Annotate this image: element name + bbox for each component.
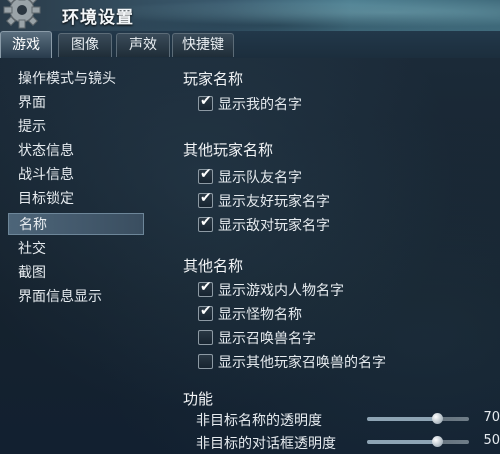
section-title-player-name: 玩家名称 xyxy=(183,70,244,88)
tab-game[interactable]: 游戏 xyxy=(0,31,52,59)
tab-graphics[interactable]: 图像 xyxy=(58,33,112,57)
option-label: 显示友好玩家名字 xyxy=(218,194,330,210)
gear-icon xyxy=(3,0,41,29)
tab-sound[interactable]: 声效 xyxy=(116,33,170,57)
sidebar-item-screenshot[interactable]: 截图 xyxy=(8,262,144,284)
checkbox[interactable]: ✔ xyxy=(198,93,213,111)
check-icon: ✔ xyxy=(200,303,212,319)
checkbox[interactable]: ✔ xyxy=(198,166,213,184)
title-bar: 环境设置 xyxy=(0,0,500,31)
slider-fill xyxy=(367,440,439,444)
section-title-other-names: 其他名称 xyxy=(183,257,244,275)
option-label: 显示怪物名称 xyxy=(218,307,302,323)
sidebar-item-hud-display[interactable]: 界面信息显示 xyxy=(8,286,144,308)
option-label: 显示其他玩家召唤兽的名字 xyxy=(218,355,386,371)
sidebar-item-interface[interactable]: 界面 xyxy=(8,92,144,114)
slider-fill xyxy=(367,417,439,421)
checkbox[interactable] xyxy=(198,330,213,345)
option-label: 显示我的名字 xyxy=(218,97,302,113)
sidebar-item-tips[interactable]: 提示 xyxy=(8,116,144,138)
slider-value: 50 xyxy=(483,433,500,448)
option-label: 显示队友名字 xyxy=(218,170,302,186)
option-label: 显示敌对玩家名字 xyxy=(218,218,330,234)
sidebar-item-social[interactable]: 社交 xyxy=(8,238,144,260)
slider-label: 非目标的对话框透明度 xyxy=(196,436,336,452)
slider-thumb[interactable] xyxy=(432,436,444,447)
checkbox[interactable]: ✔ xyxy=(198,279,213,297)
slider-label: 非目标名称的透明度 xyxy=(196,413,322,429)
checkbox[interactable]: ✔ xyxy=(198,214,213,232)
sidebar-item-target-lock[interactable]: 目标锁定 xyxy=(8,188,144,210)
slider-track[interactable] xyxy=(367,436,469,447)
slider-nontarget-dialog-opacity: 非目标的对话框透明度 50 xyxy=(196,431,500,453)
window-title: 环境设置 xyxy=(62,8,134,28)
option-label: 显示召唤兽名字 xyxy=(218,331,316,347)
sidebar-item-combat-info[interactable]: 战斗信息 xyxy=(8,164,144,186)
sidebar-item-status-info[interactable]: 状态信息 xyxy=(8,140,144,162)
tab-bar: 游戏 图像 声效 快捷键 xyxy=(0,31,500,59)
checkbox[interactable]: ✔ xyxy=(198,303,213,321)
section-title-other-player-name: 其他玩家名称 xyxy=(183,141,274,159)
checkbox[interactable] xyxy=(198,354,213,369)
slider-nontarget-name-opacity: 非目标名称的透明度 70 xyxy=(196,408,500,430)
slider-value: 70 xyxy=(483,410,500,425)
check-icon: ✔ xyxy=(200,190,212,206)
check-icon: ✔ xyxy=(200,166,212,182)
checkbox[interactable]: ✔ xyxy=(198,190,213,208)
tab-hotkeys[interactable]: 快捷键 xyxy=(172,33,234,57)
slider-track[interactable] xyxy=(367,413,469,424)
check-icon: ✔ xyxy=(200,214,212,230)
slider-thumb[interactable] xyxy=(432,413,444,424)
sidebar-item-controls-camera[interactable]: 操作模式与镜头 xyxy=(8,68,144,90)
option-label: 显示游戏内人物名字 xyxy=(218,283,344,299)
check-icon: ✔ xyxy=(200,93,212,109)
settings-panel: 操作模式与镜头 界面 提示 状态信息 战斗信息 目标锁定 名称 社交 截图 界面… xyxy=(0,58,500,454)
section-title-function: 功能 xyxy=(183,390,214,408)
sidebar-item-names[interactable]: 名称 xyxy=(8,213,144,235)
check-icon: ✔ xyxy=(200,279,212,295)
